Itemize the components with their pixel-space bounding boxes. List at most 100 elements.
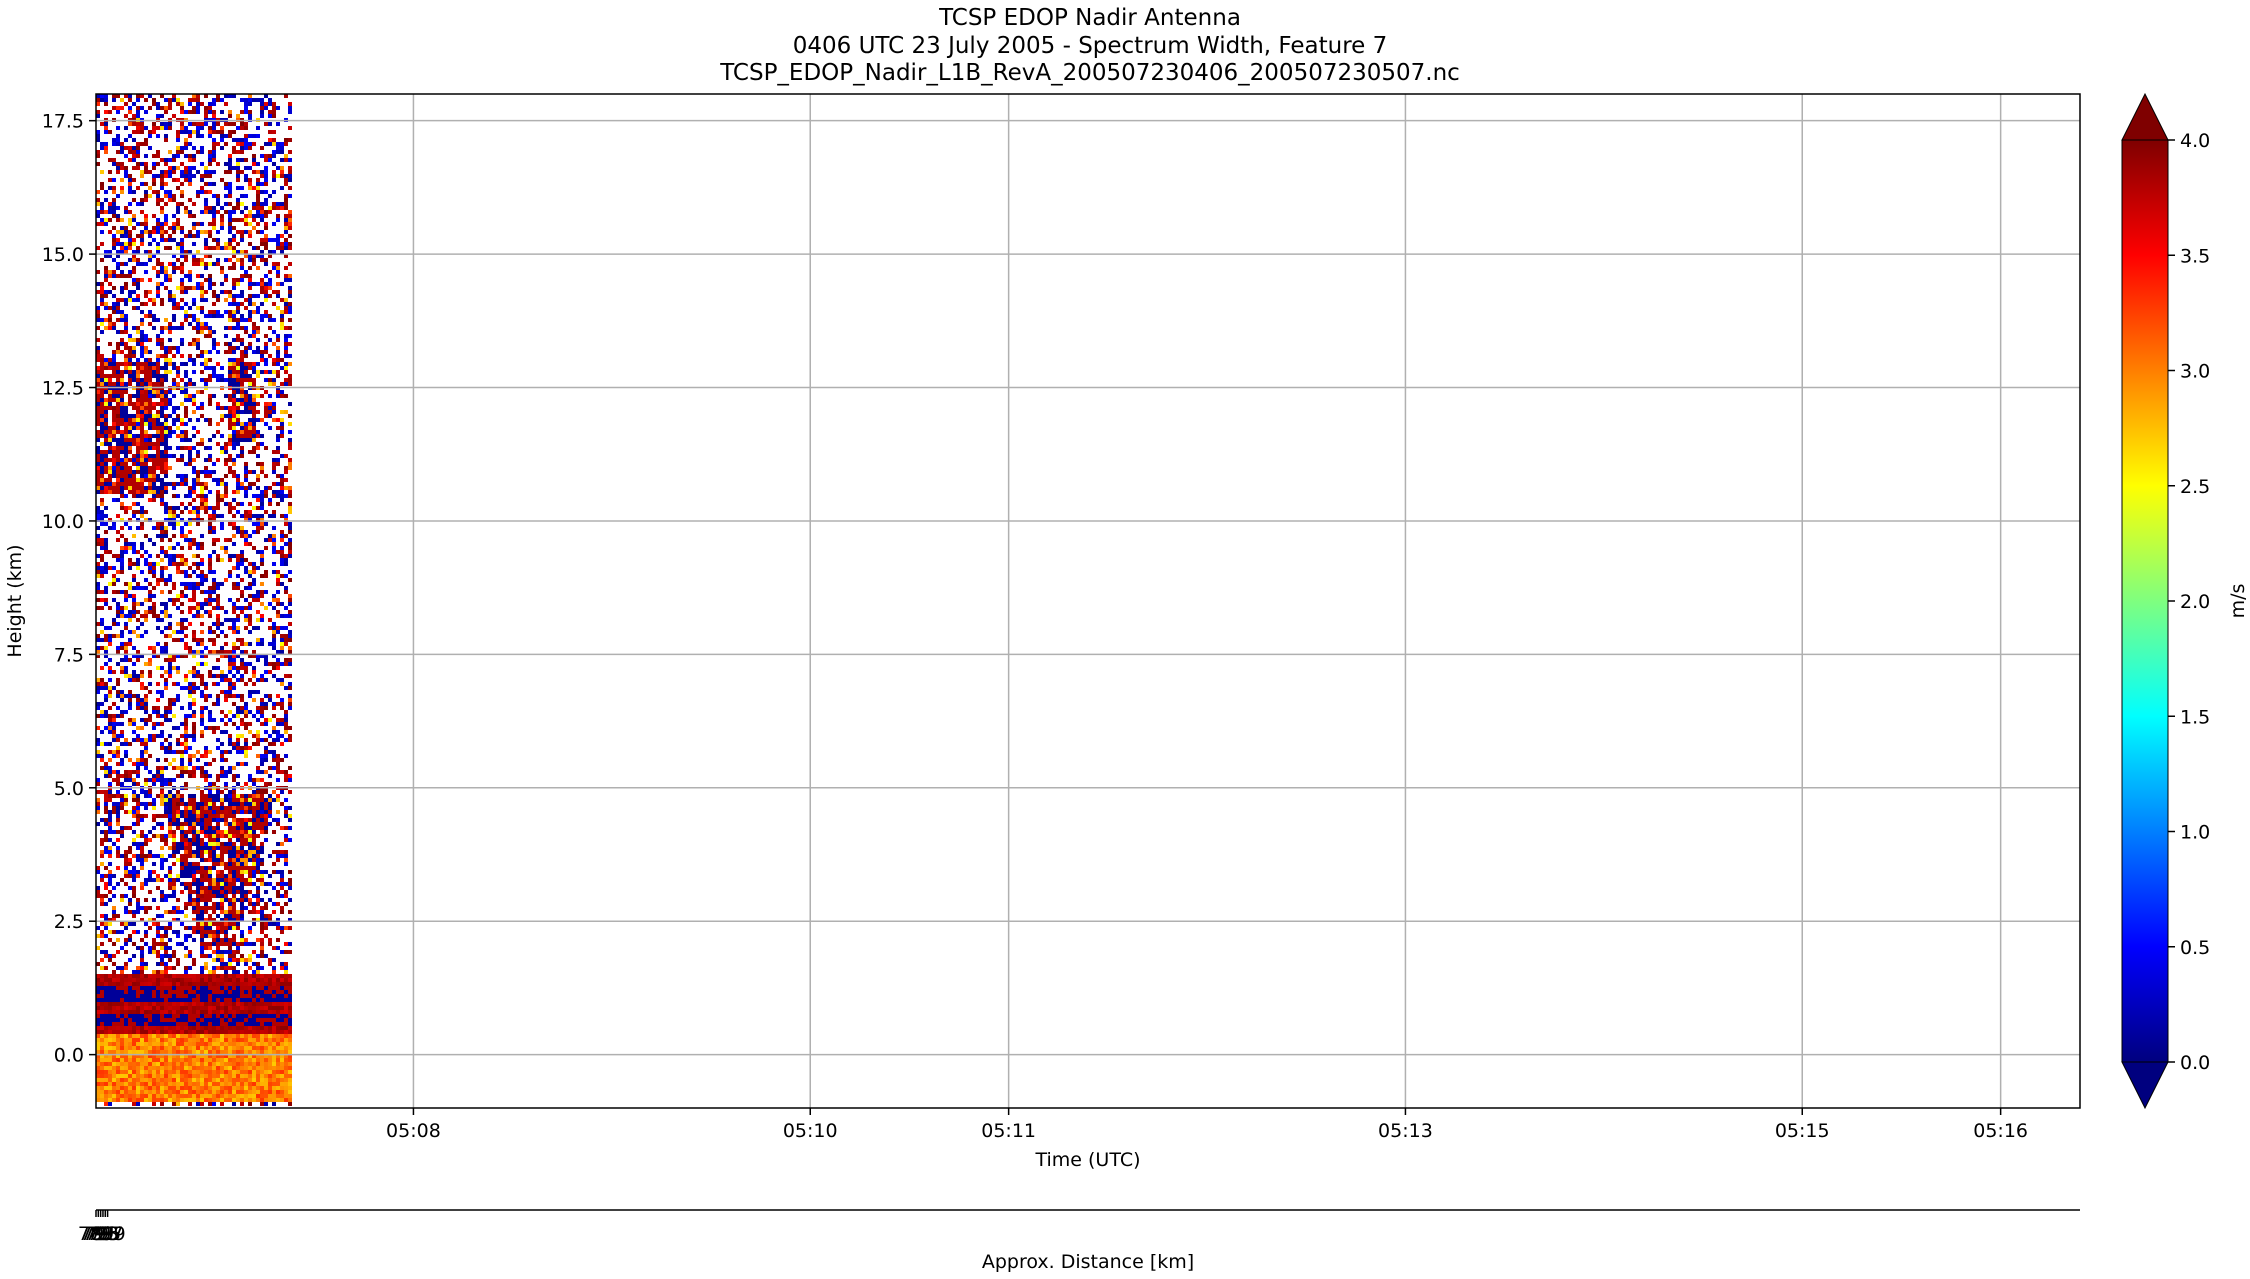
heatmap-cell bbox=[196, 354, 200, 358]
heatmap-cell bbox=[240, 698, 244, 702]
heatmap-cell bbox=[208, 526, 212, 530]
heatmap-cell bbox=[212, 366, 216, 370]
heatmap-cell bbox=[252, 674, 256, 678]
heatmap-cell bbox=[240, 402, 244, 406]
heatmap-cell bbox=[104, 466, 108, 470]
heatmap-cell bbox=[144, 98, 148, 102]
heatmap-cell bbox=[200, 150, 204, 154]
heatmap-cell bbox=[264, 606, 268, 610]
heatmap-cell bbox=[260, 706, 264, 710]
heatmap-cell bbox=[264, 178, 268, 182]
heatmap-cell bbox=[128, 466, 132, 470]
heatmap-cell bbox=[208, 530, 212, 534]
heatmap-cell bbox=[252, 838, 256, 842]
heatmap-cell bbox=[120, 438, 124, 442]
heatmap-cell bbox=[100, 558, 104, 562]
heatmap-cell bbox=[232, 534, 236, 538]
heatmap-cell bbox=[272, 726, 276, 730]
heatmap-cell bbox=[228, 846, 232, 850]
heatmap-cell bbox=[268, 338, 272, 342]
heatmap-cell bbox=[248, 882, 252, 886]
heatmap-cell bbox=[236, 482, 240, 486]
heatmap-cell bbox=[184, 646, 188, 650]
heatmap-cell bbox=[240, 850, 244, 854]
heatmap-cell bbox=[188, 862, 192, 866]
heatmap-cell bbox=[244, 486, 248, 490]
heatmap-cell bbox=[128, 770, 132, 774]
heatmap-cell bbox=[280, 702, 284, 706]
heatmap-cell bbox=[168, 170, 172, 174]
heatmap-cell bbox=[136, 550, 140, 554]
heatmap-cell bbox=[112, 198, 116, 202]
heatmap-cell bbox=[100, 458, 104, 462]
heatmap-cell bbox=[172, 558, 176, 562]
heatmap-cell bbox=[172, 838, 176, 842]
heatmap-cell bbox=[192, 882, 196, 886]
heatmap-cell bbox=[212, 282, 216, 286]
heatmap-cell bbox=[248, 570, 252, 574]
heatmap-cell bbox=[268, 410, 272, 414]
heatmap-cell bbox=[172, 586, 176, 590]
heatmap-cell bbox=[200, 898, 204, 902]
heatmap-cell bbox=[164, 426, 168, 430]
heatmap-cell bbox=[276, 426, 280, 430]
heatmap-cell bbox=[276, 434, 280, 438]
heatmap-cell bbox=[252, 670, 256, 674]
heatmap-cell bbox=[236, 574, 240, 578]
heatmap-cell bbox=[160, 798, 164, 802]
heatmap-cell bbox=[284, 302, 288, 306]
heatmap-cell bbox=[268, 810, 272, 814]
heatmap-cell bbox=[236, 174, 240, 178]
heatmap-cell bbox=[144, 550, 148, 554]
heatmap-cell bbox=[112, 374, 116, 378]
heatmap-cell bbox=[284, 310, 288, 314]
heatmap-cell bbox=[184, 314, 188, 318]
heatmap-cell bbox=[144, 698, 148, 702]
heatmap-cell bbox=[280, 790, 284, 794]
heatmap-cell bbox=[264, 222, 268, 226]
heatmap-cell bbox=[224, 874, 228, 878]
heatmap-cell bbox=[256, 618, 260, 622]
heatmap-cell bbox=[212, 158, 216, 162]
heatmap-cell bbox=[284, 470, 288, 474]
heatmap-cell bbox=[192, 342, 196, 346]
heatmap-cell bbox=[196, 318, 200, 322]
heatmap-cell bbox=[124, 246, 128, 250]
heatmap-cell bbox=[148, 458, 152, 462]
heatmap-cell bbox=[212, 146, 216, 150]
heatmap-cell bbox=[228, 358, 232, 362]
heatmap-cell bbox=[140, 422, 144, 426]
heatmap-cell bbox=[232, 746, 236, 750]
heatmap-cell bbox=[164, 110, 168, 114]
heatmap-cell bbox=[116, 754, 120, 758]
heatmap-cell bbox=[108, 854, 112, 858]
heatmap-cell bbox=[232, 298, 236, 302]
heatmap-cell bbox=[124, 342, 128, 346]
heatmap-cell bbox=[216, 894, 220, 898]
heatmap-cell bbox=[112, 726, 116, 730]
heatmap-cell bbox=[124, 646, 128, 650]
heatmap-cell bbox=[100, 218, 104, 222]
heatmap-cell bbox=[284, 730, 288, 734]
heatmap-cell bbox=[220, 450, 224, 454]
heatmap-cell bbox=[172, 222, 176, 226]
heatmap-cell bbox=[112, 246, 116, 250]
heatmap-cell bbox=[252, 446, 256, 450]
heatmap-cell bbox=[196, 474, 200, 478]
heatmap-cell bbox=[140, 466, 144, 470]
heatmap-cell bbox=[172, 562, 176, 566]
heatmap-cell bbox=[128, 290, 132, 294]
heatmap-cell bbox=[276, 582, 280, 586]
heatmap-cell bbox=[136, 470, 140, 474]
heatmap-cell bbox=[156, 358, 160, 362]
heatmap-cell bbox=[260, 350, 264, 354]
heatmap-cell bbox=[120, 310, 124, 314]
heatmap-cell bbox=[116, 206, 120, 210]
heatmap-cell bbox=[200, 798, 204, 802]
heatmap-cell bbox=[184, 746, 188, 750]
heatmap-cell bbox=[132, 474, 136, 478]
heatmap-cell bbox=[236, 886, 240, 890]
heatmap-cell bbox=[180, 618, 184, 622]
heatmap-cell bbox=[264, 746, 268, 750]
heatmap-cell bbox=[248, 678, 252, 682]
